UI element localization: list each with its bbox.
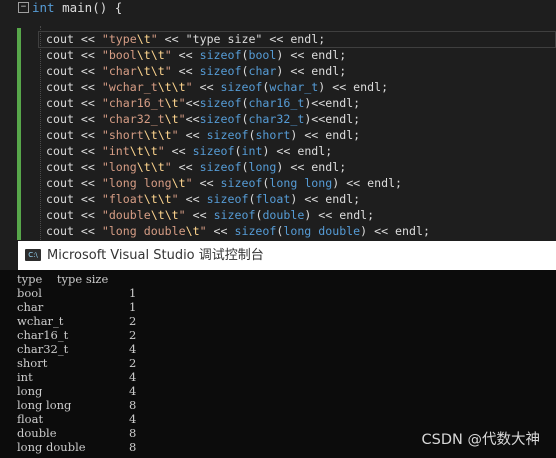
cout-stream: cout << bbox=[46, 128, 102, 142]
int-keyword: int bbox=[32, 0, 55, 15]
code-line[interactable]: cout << "short\t\t" << sizeof(short) << … bbox=[46, 127, 360, 143]
console-title-bar[interactable]: C:\ Microsoft Visual Studio 调试控制台 bbox=[18, 241, 556, 270]
stream-expression: << sizeof(short) << endl; bbox=[178, 128, 361, 142]
string-literal: "char32_t\t" bbox=[101, 112, 186, 126]
main-signature: main() { bbox=[54, 0, 123, 15]
cout-stream: cout << bbox=[46, 176, 102, 190]
cout-stream: cout << bbox=[46, 192, 102, 206]
code-line[interactable]: cout << "float\t\t" << sizeof(float) << … bbox=[46, 191, 360, 207]
type-size: 8 bbox=[129, 440, 137, 454]
code-line[interactable]: cout << "bool\t\t" << sizeof(bool) << en… bbox=[46, 47, 346, 63]
string-literal: "double\t\t" bbox=[101, 208, 186, 222]
type-name: char32_t bbox=[17, 342, 69, 356]
stream-expression: << sizeof(float) << endl; bbox=[178, 192, 361, 206]
type-name: float bbox=[17, 412, 44, 426]
type-name: wchar_t bbox=[17, 314, 64, 328]
stream-expression: << sizeof(bool) << endl; bbox=[171, 48, 347, 62]
cout-stream: cout << bbox=[46, 80, 102, 94]
cout-stream: cout << bbox=[46, 144, 102, 158]
cout-stream: cout << bbox=[46, 224, 102, 238]
function-signature-line[interactable]: int main() { bbox=[32, 0, 122, 16]
type-name: char16_t bbox=[17, 328, 69, 342]
stream-expression: << sizeof(long) << endl; bbox=[171, 160, 347, 174]
type-name: double bbox=[17, 426, 57, 440]
stream-expression: << sizeof(long long) << endl; bbox=[192, 176, 403, 190]
type-size: 1 bbox=[129, 300, 137, 314]
stream-expression: << sizeof(wchar_t) << endl; bbox=[192, 80, 389, 94]
output-header: type type size bbox=[17, 272, 109, 286]
stream-expression: << sizeof(int) << endl; bbox=[164, 144, 333, 158]
code-line[interactable]: cout << "long double\t" << sizeof(long d… bbox=[46, 223, 430, 239]
change-tracking-bar bbox=[17, 28, 21, 240]
type-size: 8 bbox=[129, 398, 137, 412]
cout-stream: cout << bbox=[46, 208, 102, 222]
string-literal: "int\t\t" bbox=[101, 144, 165, 158]
string-literal: "float\t\t" bbox=[101, 192, 179, 206]
string-literal: "char\t\t" bbox=[101, 64, 172, 78]
csdn-watermark: CSDN @代数大神 bbox=[421, 432, 540, 448]
type-size: 4 bbox=[129, 412, 137, 426]
cout-stream: cout << bbox=[46, 160, 102, 174]
stream-expression: << sizeof(char) << endl; bbox=[171, 64, 347, 78]
type-name: int bbox=[17, 370, 33, 384]
string-literal: "type\t" bbox=[101, 32, 158, 46]
code-line[interactable]: cout << "long\t\t" << sizeof(long) << en… bbox=[46, 159, 346, 175]
cout-stream: cout << bbox=[46, 112, 102, 126]
type-name: long bbox=[17, 384, 43, 398]
string-literal: "bool\t\t" bbox=[101, 48, 172, 62]
console-app-icon: C:\ bbox=[25, 249, 41, 261]
stream-expression: << "type size" << endl; bbox=[157, 32, 326, 46]
string-literal: "long double\t" bbox=[101, 224, 207, 238]
type-size: 2 bbox=[129, 356, 137, 370]
cout-stream: cout << bbox=[46, 48, 102, 62]
type-size: 4 bbox=[129, 384, 137, 398]
string-literal: "long long\t" bbox=[101, 176, 193, 190]
type-name: long double bbox=[17, 440, 86, 454]
stream-expression: << sizeof(double) << endl; bbox=[185, 208, 375, 222]
code-line[interactable]: cout << "char32_t\t"<<sizeof(char32_t)<<… bbox=[46, 111, 360, 127]
type-size: 2 bbox=[129, 314, 137, 328]
code-line[interactable]: cout << "wchar_t\t\t" << sizeof(wchar_t)… bbox=[46, 79, 388, 95]
type-name: short bbox=[17, 356, 48, 370]
code-line[interactable]: cout << "type\t" << "type size" << endl; bbox=[46, 31, 325, 47]
type-name: char bbox=[17, 300, 44, 314]
cout-stream: cout << bbox=[46, 64, 102, 78]
code-line[interactable]: cout << "char\t\t" << sizeof(char) << en… bbox=[46, 63, 346, 79]
type-name: long long bbox=[17, 398, 72, 412]
code-line[interactable]: cout << "int\t\t" << sizeof(int) << endl… bbox=[46, 143, 332, 159]
type-name: bool bbox=[17, 286, 42, 300]
type-size: 8 bbox=[129, 426, 137, 440]
code-line[interactable]: cout << "char16_t\t"<<sizeof(char16_t)<<… bbox=[46, 95, 360, 111]
stream-expression: << sizeof(long double) << endl; bbox=[206, 224, 430, 238]
type-size: 4 bbox=[129, 342, 137, 356]
collapse-toggle-icon[interactable]: − bbox=[18, 2, 29, 13]
string-literal: "long\t\t" bbox=[101, 160, 172, 174]
stream-expression: <<sizeof(char16_t)<<endl; bbox=[185, 96, 361, 110]
type-size: 4 bbox=[129, 370, 137, 384]
string-literal: "short\t\t" bbox=[101, 128, 179, 142]
string-literal: "wchar_t\t\t" bbox=[101, 80, 193, 94]
code-editor[interactable]: − int main() { cout << "type\t" << "type… bbox=[0, 0, 556, 240]
code-line[interactable]: cout << "double\t\t" << sizeof(double) <… bbox=[46, 207, 374, 223]
cout-stream: cout << bbox=[46, 96, 102, 110]
string-literal: "char16_t\t" bbox=[101, 96, 186, 110]
indent-guide bbox=[40, 26, 41, 240]
type-size: 1 bbox=[129, 286, 137, 300]
stream-expression: <<sizeof(char32_t)<<endl; bbox=[185, 112, 361, 126]
console-title: Microsoft Visual Studio 调试控制台 bbox=[47, 248, 264, 263]
type-size: 2 bbox=[129, 328, 137, 342]
code-line[interactable]: cout << "long long\t" << sizeof(long lon… bbox=[46, 175, 402, 191]
cout-stream: cout << bbox=[46, 32, 102, 46]
